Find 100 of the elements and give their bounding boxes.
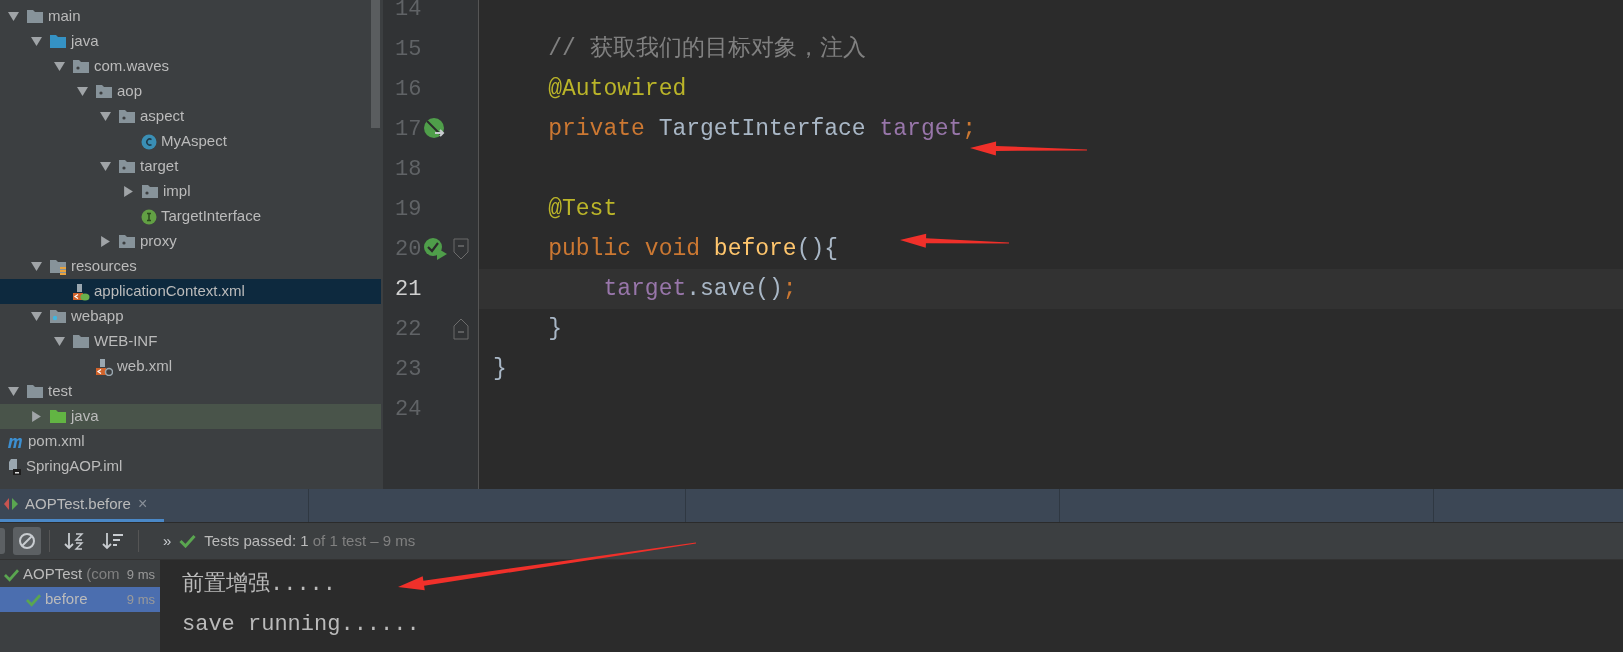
xml-file-icon [72,282,90,301]
scrollbar-thumb[interactable] [371,0,380,128]
tree-item[interactable]: resources [0,254,381,279]
tree-item-label: MyAspect [161,131,227,152]
tree-item-label: test [48,381,73,402]
stop-button[interactable] [13,527,41,555]
package-icon [72,59,90,74]
tree-item[interactable]: aspect [0,104,381,129]
folder-icon [26,384,44,399]
tree-item[interactable]: main [0,4,381,29]
code-line: @Test [547,194,618,224]
check-icon [179,534,197,548]
tree-item[interactable]: web.xml [0,354,381,379]
package-icon [118,109,136,124]
tree-item-label: web.xml [117,356,172,377]
tree-item-label: WEB-INF [94,331,158,352]
check-icon [4,567,19,582]
tree-item-label: java [71,31,99,52]
check-icon [26,592,41,607]
test-name: AOPTest [23,564,83,585]
class-icon [141,133,157,150]
expanded-arrow-icon[interactable] [54,336,65,347]
expanded-arrow-icon[interactable] [31,261,42,272]
tree-item[interactable]: com.waves [0,54,381,79]
collapsed-arrow-icon[interactable] [31,411,42,422]
tree-item[interactable]: proxy [0,229,381,254]
xml-file-icon [95,357,113,376]
tree-item[interactable]: pom.xml [0,429,381,454]
cancel-icon [18,532,36,550]
tree-item-label: pom.xml [28,431,85,452]
test-duration: 9 ms [126,565,155,584]
tree-item[interactable]: impl [0,179,381,204]
tree-item-label: main [48,6,81,27]
folder-icon [26,9,44,24]
tree-item-label: proxy [140,231,177,252]
tree-item[interactable]: MyAspect [0,129,381,154]
tree-item[interactable]: TargetInterface [0,204,381,229]
run-test-icon[interactable] [423,237,449,261]
tree-item[interactable]: applicationContext.xml [0,279,381,304]
package-icon [118,234,136,249]
tree-item-label: com.waves [94,56,170,77]
tree-item-label: resources [71,256,137,277]
tree-item-label: impl [163,181,191,202]
expanded-arrow-icon[interactable] [31,311,42,322]
test-package: (com [86,564,120,585]
code-line: } [547,314,562,344]
tree-item[interactable]: java [0,29,381,54]
sort-alphabetically-icon[interactable] [64,531,86,551]
fold-marker-icon[interactable] [453,318,469,340]
tree-item-label: webapp [71,306,124,327]
tree-item[interactable]: SpringAOP.iml [0,454,381,479]
code-line: } [493,354,507,384]
folder-icon [72,334,90,349]
tree-item[interactable]: aop [0,79,381,104]
tree-item-label: applicationContext.xml [94,281,245,302]
close-button[interactable]: × [137,492,148,516]
package-icon [118,159,136,174]
module-file-icon [6,457,22,476]
test-name: before [45,589,88,610]
expanded-arrow-icon[interactable] [100,161,111,172]
code-line: @Autowired [547,74,687,104]
tree-item[interactable]: java [0,404,381,429]
tree-item[interactable]: target [0,154,381,179]
console-line: 前置增强..... [182,570,336,599]
interface-icon [141,208,157,225]
expanded-arrow-icon[interactable] [54,61,65,72]
console-line: save running...... [182,610,420,639]
tree-item-label: java [71,406,99,427]
code-line: public void before(){ [547,234,839,264]
code-line: // 获取我们的目标对象，注入 [547,34,866,64]
package-icon [141,184,159,199]
more-button[interactable]: » [163,529,172,553]
test-status: Tests passed: 1 of 1 test – 9 ms [204,530,416,551]
tree-item[interactable]: webapp [0,304,381,329]
test-tree-item[interactable]: AOPTest (com 9 ms [0,562,160,587]
tree-item-label: SpringAOP.iml [26,456,123,477]
code-line: private TargetInterface target; [547,114,977,144]
collapsed-arrow-icon[interactable] [123,186,134,197]
expanded-arrow-icon[interactable] [8,386,19,397]
code-line: target.save(); [602,274,797,304]
tree-item-label: TargetInterface [161,206,262,227]
sort-by-duration-icon[interactable] [102,531,124,551]
test-duration: 9 ms [126,590,155,609]
line-number: 21 [394,275,419,304]
tree-item[interactable]: WEB-INF [0,329,381,354]
tree-item[interactable]: test [0,379,381,404]
collapsed-arrow-icon[interactable] [100,236,111,247]
folder-icon [49,409,67,424]
tree-item-label: aop [117,81,143,102]
expanded-arrow-icon[interactable] [8,11,19,22]
folder-icon [49,34,67,49]
fold-marker-icon[interactable] [453,238,469,260]
resources-folder-icon [49,258,67,275]
expanded-arrow-icon[interactable] [77,86,88,97]
web-folder-icon [49,309,67,324]
package-icon [95,84,113,99]
expanded-arrow-icon[interactable] [100,111,111,122]
tree-item-label: aspect [140,106,185,127]
expanded-arrow-icon[interactable] [31,36,42,47]
tree-item-label: target [140,156,179,177]
